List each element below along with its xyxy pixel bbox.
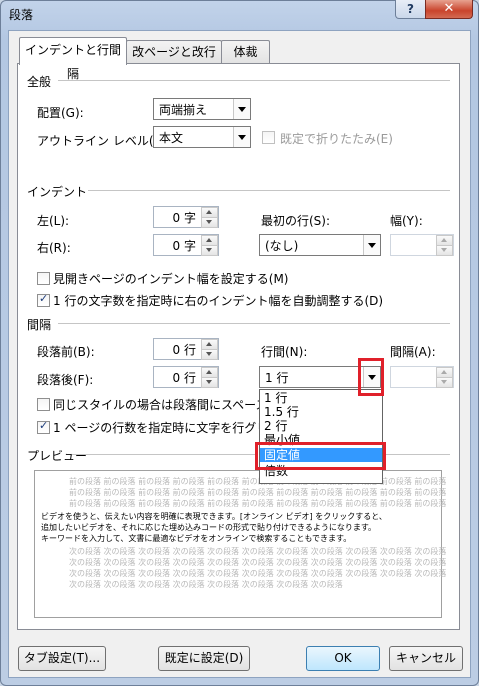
spacing-after-label: 段落後(F): — [37, 373, 94, 387]
indent-by-spinner[interactable] — [390, 234, 454, 256]
help-icon: ? — [407, 2, 414, 16]
section-preview-divider — [72, 454, 255, 455]
ok-button[interactable]: OK — [306, 646, 380, 671]
spacing-at-spinner[interactable] — [390, 366, 454, 388]
close-icon: ✕ — [443, 1, 455, 16]
help-button[interactable]: ? — [395, 0, 426, 19]
section-indent-title: インデント — [27, 185, 88, 199]
no-space-same-style-checkbox[interactable] — [37, 398, 50, 411]
section-general-title: 全般 — [27, 75, 52, 89]
spin-down-icon[interactable] — [436, 377, 453, 388]
snap-to-grid-checkbox[interactable] — [37, 419, 50, 434]
indent-right-value: 0 字 — [172, 239, 196, 253]
window-title: 段落 — [9, 8, 34, 22]
preview-body-text: ビデオを使うと、伝えたい内容を明確に表現できます。[オンライン ビデオ] をクリ… — [41, 512, 387, 521]
dropdown-option[interactable]: 2 行 — [260, 419, 382, 433]
alignment-value: 両端揃え — [159, 103, 208, 117]
indent-left-label: 左(L): — [37, 214, 70, 228]
spin-down-icon[interactable] — [201, 245, 218, 256]
outline-level-value: 本文 — [159, 131, 184, 145]
chevron-down-icon[interactable] — [233, 99, 250, 119]
alignment-select[interactable]: 両端揃え — [153, 98, 251, 120]
indent-left-value: 0 字 — [172, 211, 196, 225]
indent-right-label: 右(R): — [37, 241, 71, 255]
preview-next-paragraph: 次の段落 次の段落 次の段落 次の段落 次の段落 次の段落 次の段落 次の段落 … — [69, 558, 447, 567]
spacing-before-label: 段落前(B): — [37, 345, 95, 359]
spacing-after-value: 0 行 — [172, 371, 196, 385]
spin-down-icon[interactable] — [201, 377, 218, 388]
spacing-at-label: 間隔(A): — [390, 345, 436, 359]
special-indent-value: (なし) — [265, 239, 299, 253]
section-spacing-divider — [58, 323, 450, 324]
preview-next-paragraph: 次の段落 次の段落 次の段落 次の段落 次の段落 次の段落 次の段落 次の段落 — [69, 580, 343, 589]
preview-prev-paragraph: 前の段落 前の段落 前の段落 前の段落 前の段落 前の段落 前の段落 前の段落 … — [69, 499, 447, 508]
section-indent-divider — [88, 190, 450, 191]
special-indent-select[interactable]: (なし) — [259, 234, 381, 256]
section-general-divider — [58, 80, 450, 81]
preview-prev-paragraph: 前の段落 前の段落 前の段落 前の段落 前の段落 前の段落 前の段落 前の段落 … — [69, 488, 447, 497]
annotation-selected-option-highlight — [255, 442, 386, 470]
section-preview-divider — [384, 454, 450, 455]
close-button[interactable]: ✕ — [425, 0, 473, 19]
cancel-button[interactable]: キャンセル — [389, 646, 463, 671]
auto-adjust-indent-checkbox[interactable] — [37, 292, 50, 307]
dropdown-option[interactable]: 1.5 行 — [260, 405, 382, 419]
line-spacing-label: 行間(N): — [261, 345, 308, 359]
indent-left-spinner[interactable]: 0 字 — [153, 206, 219, 228]
preview-next-paragraph: 次の段落 次の段落 次の段落 次の段落 次の段落 次の段落 次の段落 次の段落 … — [69, 547, 447, 556]
special-indent-label: 最初の行(S): — [261, 214, 331, 228]
preview-body-text: キーワードを入力して、文書に最適なビデオをオンラインで検索することもできます。 — [41, 534, 352, 543]
section-preview-title: プレビュー — [27, 449, 88, 463]
annotation-dropdown-arrow-highlight — [358, 358, 384, 396]
tab-line-page-breaks[interactable]: 改ページと改行 — [126, 40, 222, 63]
preview-next-paragraph: 次の段落 次の段落 次の段落 次の段落 次の段落 次の段落 次の段落 次の段落 … — [69, 569, 447, 578]
indent-right-spinner[interactable]: 0 字 — [153, 234, 219, 256]
chevron-down-icon[interactable] — [363, 235, 380, 255]
tab-asian-typography[interactable]: 体裁 — [221, 40, 270, 63]
tabs-button[interactable]: タブ設定(T)... — [18, 646, 106, 671]
set-as-default-button[interactable]: 既定に設定(D) — [158, 646, 250, 671]
collapse-checkbox[interactable] — [262, 131, 275, 144]
spin-down-icon[interactable] — [201, 217, 218, 228]
chevron-down-icon[interactable] — [233, 127, 250, 147]
section-spacing-title: 間隔 — [27, 318, 52, 332]
mirror-indents-checkbox[interactable] — [37, 272, 50, 285]
mirror-indents-label: 見開きページのインデント幅を設定する(M) — [53, 272, 289, 286]
preview-prev-paragraph: 前の段落 前の段落 前の段落 前の段落 前の段落 前の段落 前の段落 前の段落 … — [69, 477, 447, 486]
spacing-before-spinner[interactable]: 0 行 — [153, 338, 219, 360]
spin-down-icon[interactable] — [201, 349, 218, 360]
outline-level-select[interactable]: 本文 — [153, 126, 251, 148]
auto-adjust-indent-label: 1 行の文字数を指定時に右のインデント幅を自動調整する(D) — [53, 294, 384, 308]
tab-indents-spacing[interactable]: インデントと行間隔 — [19, 37, 127, 81]
spacing-after-spinner[interactable]: 0 行 — [153, 366, 219, 388]
outline-level-label: アウトライン レベル(O): — [37, 134, 172, 148]
spin-down-icon[interactable] — [436, 245, 453, 256]
collapse-label: 既定で折りたたみ(E) — [280, 132, 393, 146]
preview-pane: 前の段落 前の段落 前の段落 前の段落 前の段落 前の段落 前の段落 前の段落 … — [34, 470, 446, 618]
preview-body-text: 追加したいビデオを、それに応じた埋め込みコードの形式で貼り付けできるようになりま… — [41, 523, 377, 532]
alignment-label: 配置(G): — [37, 106, 84, 120]
spacing-before-value: 0 行 — [172, 343, 196, 357]
line-spacing-value: 1 行 — [265, 371, 289, 385]
indent-by-label: 幅(Y): — [390, 214, 423, 228]
